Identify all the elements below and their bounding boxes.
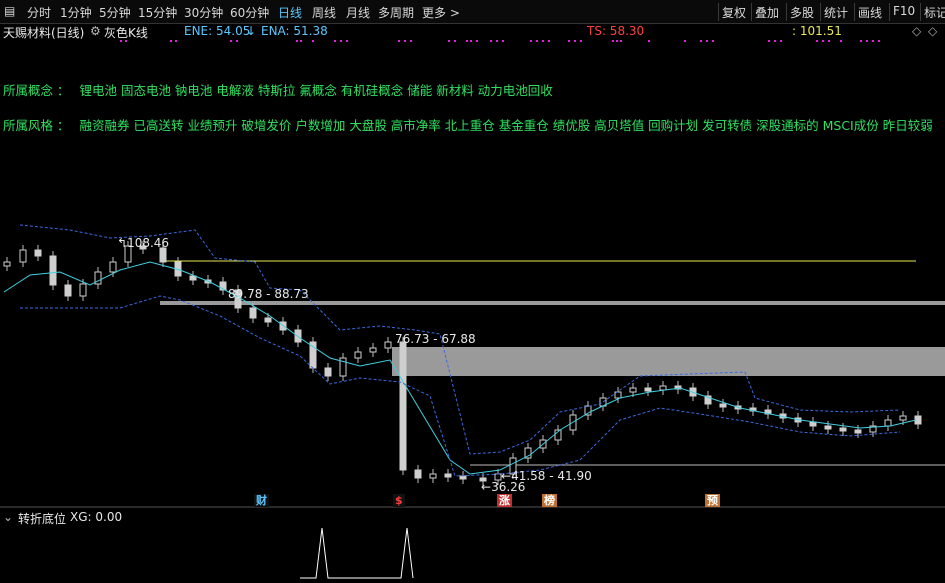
tool-2[interactable]: 多股	[790, 4, 814, 21]
event-marker[interactable]: 榜	[542, 494, 557, 507]
style-label: 所属风格 ：	[3, 118, 70, 133]
period-toolbar: 分时 1分钟 5分钟 15分钟 30分钟 60分钟 日线 周线 月线 多周期 更多 > ▤ 复权 叠加 多股…	[0, 0, 945, 24]
candle	[629, 387, 637, 393]
candle	[189, 275, 197, 281]
stock-title[interactable]: 天赐材料(日线)	[3, 24, 84, 41]
candle	[459, 475, 467, 480]
tab-8[interactable]: 月线	[346, 4, 370, 21]
tab-0[interactable]: 分时	[27, 4, 51, 21]
candle	[3, 261, 11, 267]
candle	[429, 473, 437, 479]
tab-10[interactable]: 更多 >	[422, 4, 460, 21]
toolbar-separator	[854, 3, 855, 21]
candle	[249, 307, 257, 319]
candle	[659, 385, 667, 391]
candle	[644, 387, 652, 392]
price-tag: : 101.51	[792, 24, 842, 38]
candle	[159, 247, 167, 263]
ena-value: ENA: 51.38	[261, 24, 328, 38]
candle	[839, 427, 847, 432]
candle	[824, 425, 832, 430]
tab-6[interactable]: 日线	[278, 4, 302, 21]
expand-icon[interactable]: ◇	[928, 24, 937, 38]
event-marker[interactable]: $	[393, 494, 405, 507]
tool-4[interactable]: 画线	[858, 4, 882, 21]
range-annotation-2: 76.73 - 67.88	[395, 332, 476, 346]
resistance-zone-1	[160, 301, 945, 305]
event-marker[interactable]: 预	[705, 494, 720, 507]
lower-band-line	[20, 295, 901, 477]
tab-5[interactable]: 60分钟	[230, 4, 269, 21]
candle	[884, 419, 892, 427]
tool-1[interactable]: 叠加	[755, 4, 779, 21]
candle	[19, 249, 27, 263]
tab-4[interactable]: 30分钟	[184, 4, 223, 21]
candle	[324, 367, 332, 377]
high-annotation: ↰108.46	[117, 236, 170, 250]
candle	[264, 317, 272, 323]
diamond-icon[interactable]: ◇	[912, 24, 921, 38]
candle	[79, 283, 87, 297]
candle	[384, 341, 392, 349]
tool-3[interactable]: 统计	[824, 4, 848, 21]
indicator-header: ⌄ 转折底位 XG: 0.00	[0, 508, 945, 526]
tab-2[interactable]: 5分钟	[99, 4, 131, 21]
tool-6[interactable]: 标记	[924, 4, 945, 21]
toolbar-separator	[718, 3, 719, 21]
candle	[444, 473, 452, 478]
candle	[354, 351, 362, 359]
down-arrow-icon: ↓	[246, 24, 257, 38]
candle	[899, 415, 907, 421]
candle	[399, 341, 407, 471]
stock-info-row: 天赐材料(日线) ⚙ 灰色K线 ENE: 54.05 ↓ ENA: 51.38 …	[0, 23, 945, 41]
candle	[64, 284, 72, 297]
toolbar-separator	[751, 3, 752, 21]
tab-7[interactable]: 周线	[312, 4, 336, 21]
ene-value: ENE: 54.05	[184, 24, 251, 38]
tab-9[interactable]: 多周期	[378, 4, 414, 21]
concept-label: 所属概念 ：	[3, 83, 70, 98]
candle	[109, 261, 117, 273]
tab-1[interactable]: 1分钟	[60, 4, 92, 21]
toolbar-separator	[889, 3, 890, 21]
candle	[719, 403, 727, 408]
indicator-name[interactable]: 转折底位	[18, 510, 66, 527]
resistance-zone-2	[392, 347, 945, 376]
indicator-value: XG: 0.00	[70, 510, 123, 524]
candle	[854, 429, 862, 434]
indicator-spike-1	[300, 527, 414, 579]
range-annotation-1: 89.78 - 88.73	[228, 287, 309, 301]
tool-5[interactable]: F10	[893, 4, 915, 18]
candle	[49, 255, 57, 286]
ts-value: TS: 58.30	[587, 24, 645, 38]
indicator-menu-icon[interactable]: ⌄	[3, 510, 13, 524]
style-text: 融资融券 已高送转 业绩预升 破增发价 户数增加 大盘股 高市净率 北上重仓 基…	[79, 118, 933, 133]
candle	[309, 341, 317, 369]
candle	[34, 249, 42, 257]
candle	[369, 347, 377, 353]
settings-icon[interactable]: ⚙	[90, 24, 101, 38]
tool-0[interactable]: 复权	[722, 4, 746, 21]
kline-style-label[interactable]: 灰色K线	[104, 24, 148, 41]
low-annotation: ←36.26	[481, 480, 526, 494]
event-marker[interactable]: 涨	[497, 494, 512, 507]
toolbar-separator	[786, 3, 787, 21]
menu-icon[interactable]: ▤	[4, 4, 15, 18]
concept-text: 锂电池 固态电池 钠电池 电解液 特斯拉 氟概念 有机硅概念 储能 新材料 动力…	[79, 83, 553, 98]
concept-row: 所属概念 ： 锂电池 固态电池 钠电池 电解液 特斯拉 氟概念 有机硅概念 储能…	[3, 80, 553, 99]
event-marker[interactable]: 财	[254, 494, 269, 507]
candle	[414, 469, 422, 479]
toolbar-separator	[920, 3, 921, 21]
tab-3[interactable]: 15分钟	[138, 4, 177, 21]
candle	[809, 421, 817, 427]
toolbar-separator	[820, 3, 821, 21]
style-row: 所属风格 ： 融资融券 已高送转 业绩预升 破增发价 户数增加 大盘股 高市净率…	[3, 115, 933, 134]
